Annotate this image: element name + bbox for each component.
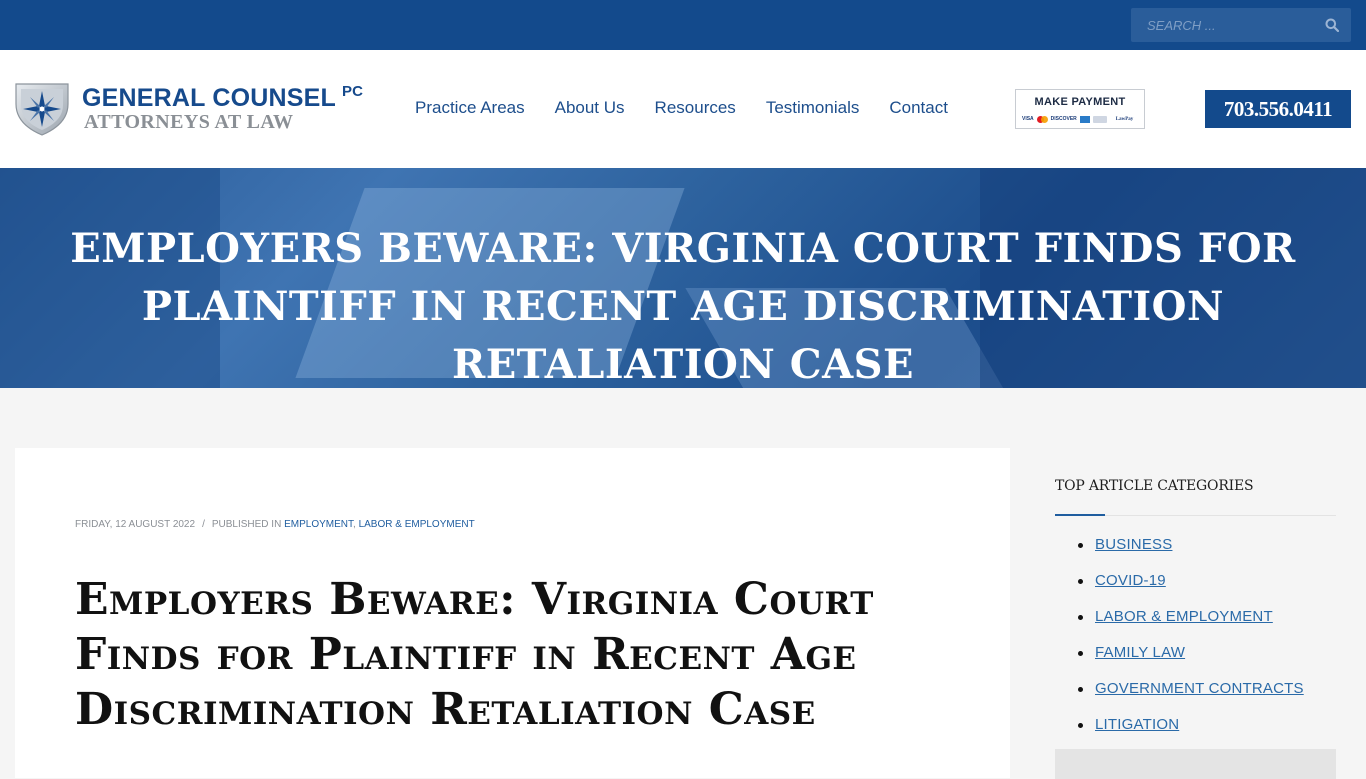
shield-compass-icon	[15, 83, 69, 136]
site-logo[interactable]: GENERAL COUNSEL PC ATTORNEYS AT LAW	[14, 82, 374, 138]
visa-logo: VISA	[1022, 116, 1034, 122]
article-meta: FRIDAY, 12 AUGUST 2022 / PUBLISHED IN EMPL…	[75, 519, 475, 530]
sidebar-divider	[1055, 514, 1336, 516]
logo-suffix: PC	[341, 83, 364, 100]
list-item: GOVERNMENT CONTRACTS	[1055, 680, 1336, 716]
amex-icon	[1079, 115, 1090, 123]
make-payment-label: MAKE PAYMENT	[1034, 96, 1126, 108]
sidebar-widget	[1055, 749, 1336, 779]
sidebar-title: TOP ARTICLE CATEGORIES	[1055, 478, 1254, 494]
logo-title: GENERAL COUNSEL PC	[82, 83, 364, 112]
meta-separator: /	[202, 519, 205, 530]
discover-logo: DISCOVER	[1050, 116, 1077, 122]
category-link-litigation[interactable]: LITIGATION	[1095, 716, 1179, 733]
category-link-covid-19[interactable]: COVID-19	[1095, 572, 1166, 589]
list-item: LITIGATION	[1055, 716, 1336, 752]
nav-item-about-us[interactable]: About Us	[555, 98, 625, 120]
category-link-employment[interactable]: EMPLOYMENT	[284, 519, 353, 530]
category-list: BUSINESS COVID-19 LABOR & EMPLOYMENT FAM…	[1055, 536, 1336, 752]
payment-cards: VISA DISCOVER LawPay	[1022, 114, 1140, 124]
echeck-icon	[1092, 115, 1107, 123]
search-box	[1131, 8, 1351, 42]
make-payment-button[interactable]: MAKE PAYMENT VISA DISCOVER LawPay	[1015, 89, 1145, 129]
article-date: FRIDAY, 12 AUGUST 2022	[75, 519, 196, 530]
hero-banner: EMPLOYERS BEWARE: VIRGINIA COURT FINDS F…	[0, 168, 1366, 388]
published-in-label: PUBLISHED IN	[211, 519, 282, 530]
category-separator: ,	[353, 519, 356, 530]
sidebar: TOP ARTICLE CATEGORIES BUSINESS COVID-19…	[1055, 478, 1336, 752]
nav-item-testimonials[interactable]: Testimonials	[766, 98, 860, 120]
article-title: Employers Beware: Virginia Court Finds f…	[75, 574, 874, 735]
category-link-government-contracts[interactable]: GOVERNMENT CONTRACTS	[1095, 680, 1304, 697]
list-item: COVID-19	[1055, 572, 1336, 608]
search-input[interactable]	[1131, 8, 1316, 42]
article-card: FRIDAY, 12 AUGUST 2022 / PUBLISHED IN EMPL…	[15, 448, 1010, 778]
search-icon[interactable]	[1325, 18, 1339, 32]
nav-item-contact[interactable]: Contact	[889, 98, 948, 120]
list-item: FAMILY LAW	[1055, 644, 1336, 680]
logo-subtitle: ATTORNEYS AT LAW	[84, 111, 294, 133]
category-link-family-law[interactable]: FAMILY LAW	[1095, 644, 1185, 661]
lawpay-logo: LawPay	[1115, 116, 1134, 122]
category-link-labor-employment[interactable]: LABOR & EMPLOYMENT	[359, 519, 475, 530]
top-bar	[0, 0, 1366, 50]
hero-title: EMPLOYERS BEWARE: VIRGINIA COURT FINDS F…	[70, 225, 1296, 388]
category-link-labor-employment[interactable]: LABOR & EMPLOYMENT	[1095, 608, 1273, 625]
main-nav: Practice Areas About Us Resources Testim…	[400, 98, 963, 120]
phone-button[interactable]: 703.556.0411	[1205, 90, 1351, 128]
list-item: LABOR & EMPLOYMENT	[1055, 608, 1336, 644]
nav-item-practice-areas[interactable]: Practice Areas	[415, 98, 525, 120]
nav-item-resources[interactable]: Resources	[655, 98, 736, 120]
category-link-business[interactable]: BUSINESS	[1095, 536, 1172, 553]
mastercard-icon	[1036, 115, 1048, 123]
list-item: BUSINESS	[1055, 536, 1336, 572]
